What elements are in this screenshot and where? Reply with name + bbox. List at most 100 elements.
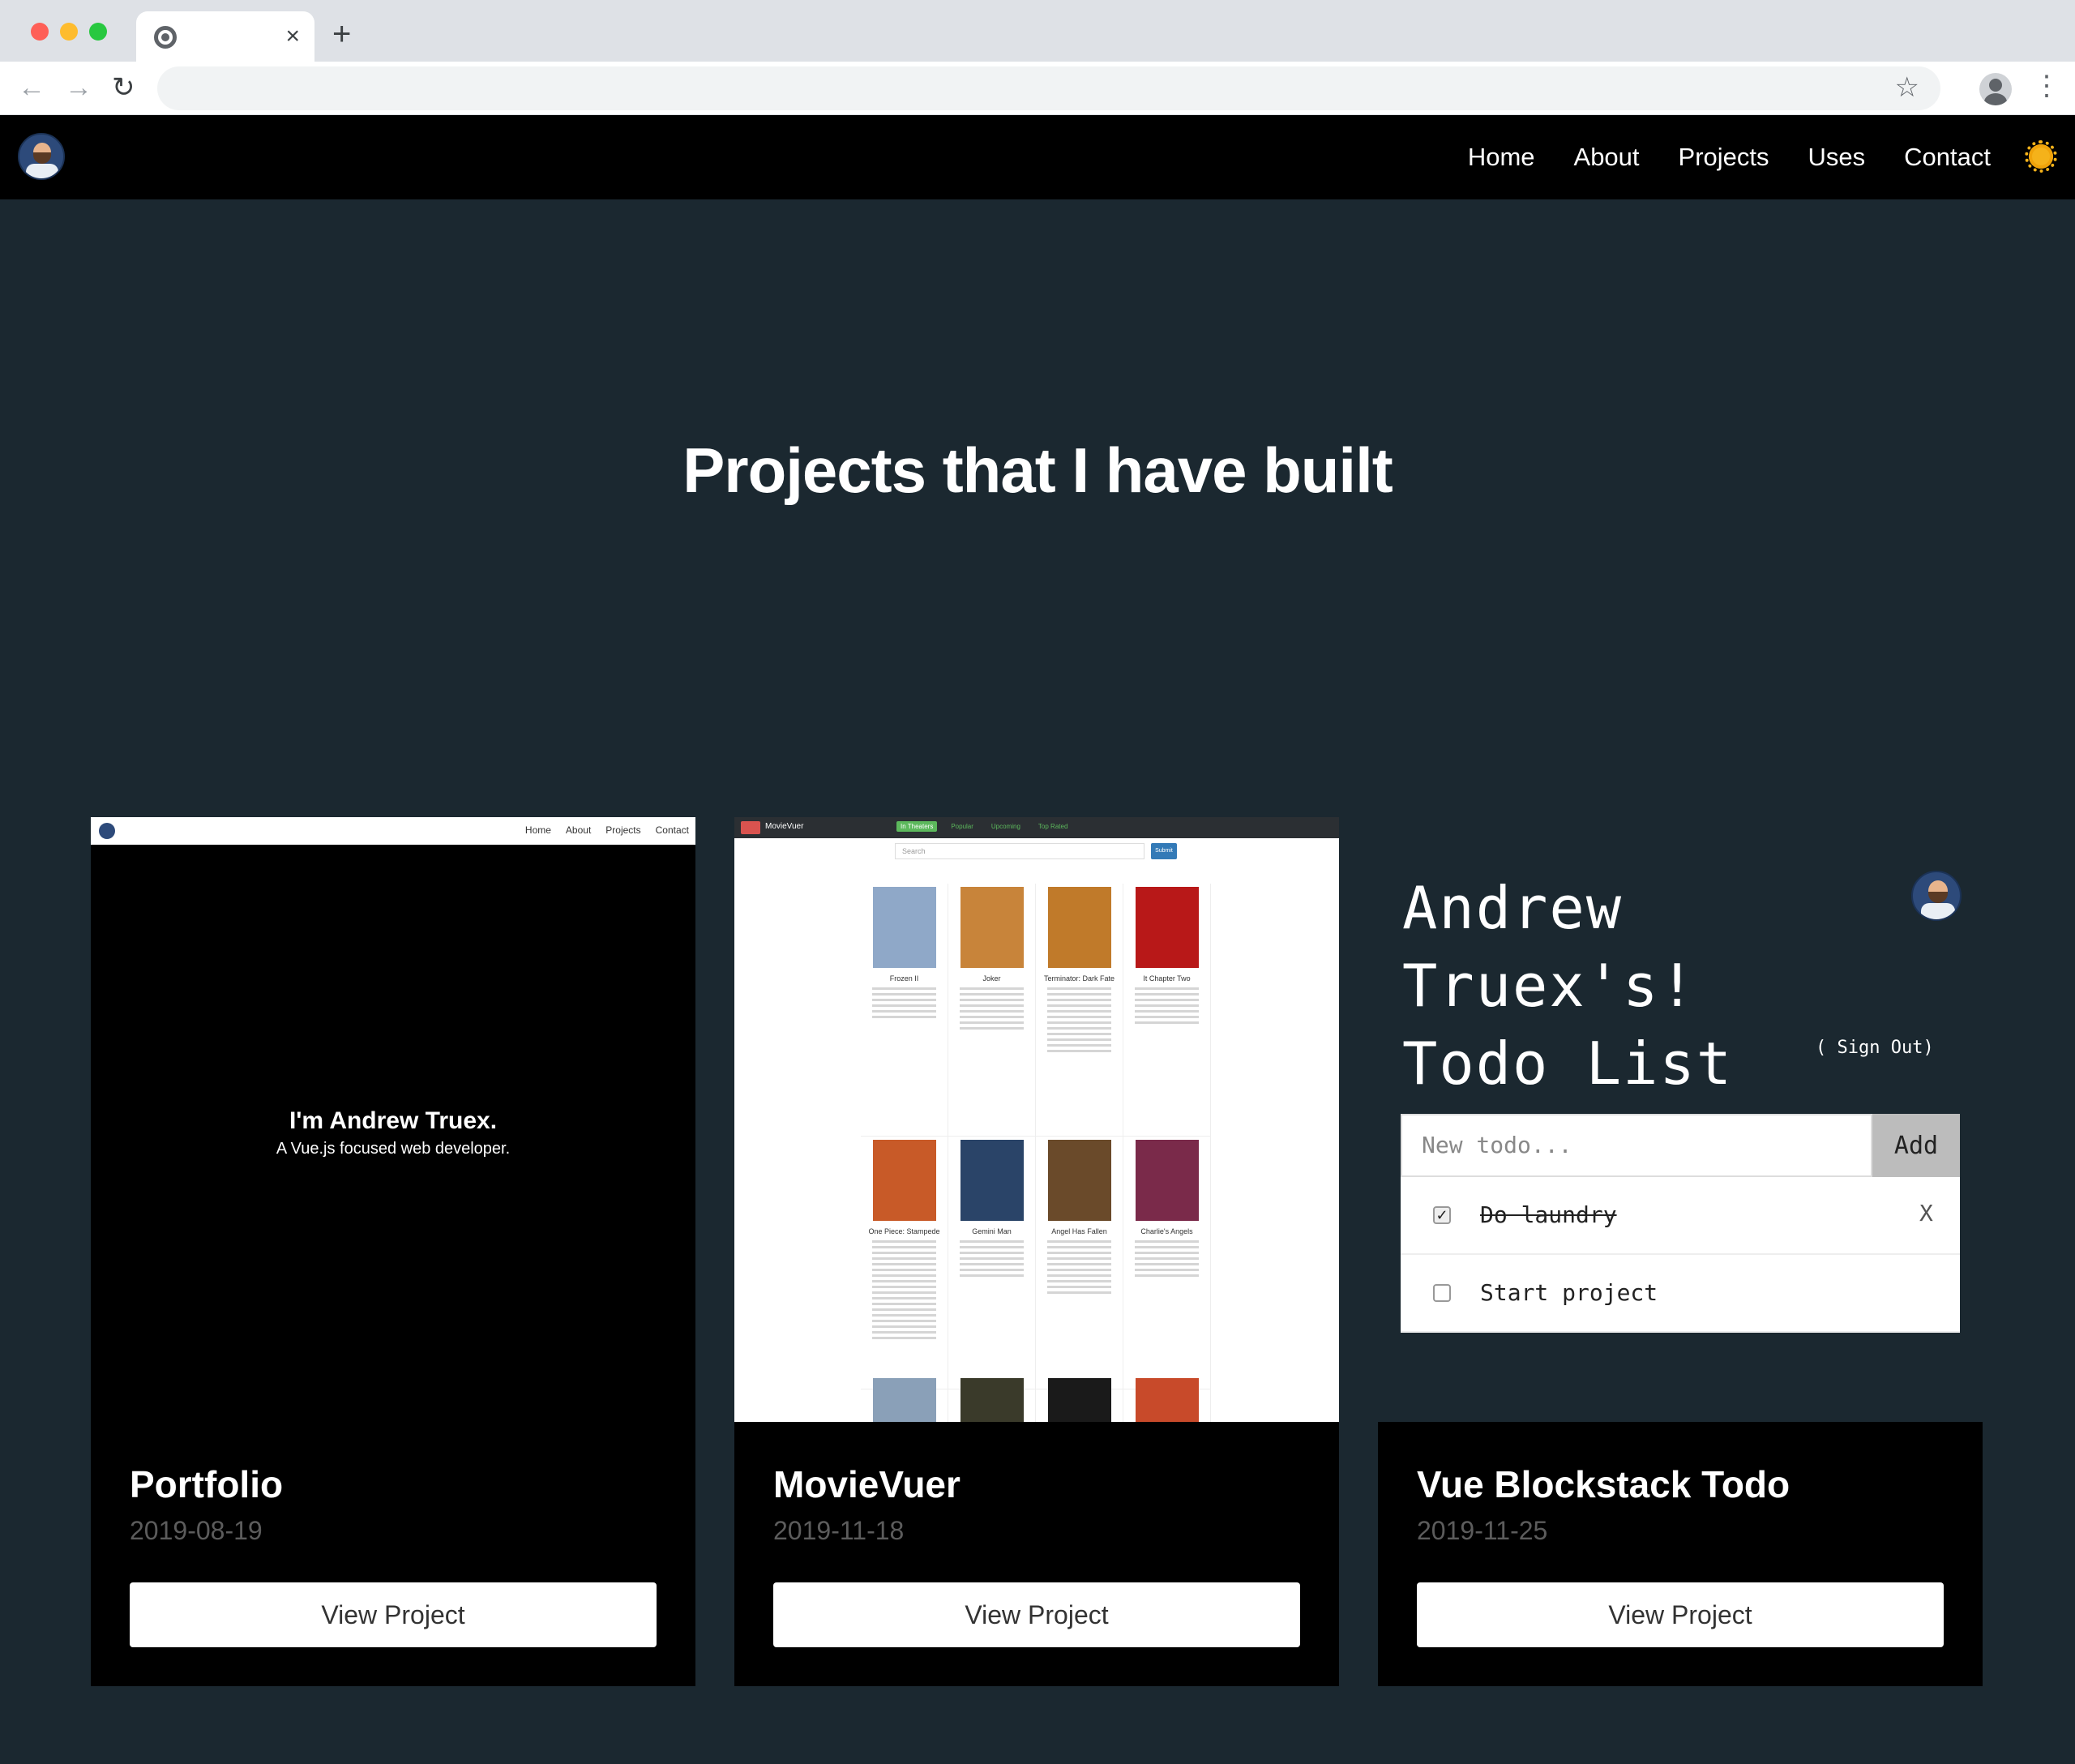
view-project-button[interactable]: View Project (773, 1582, 1300, 1647)
forward-arrow-icon[interactable]: → (65, 70, 92, 105)
movie-overview (867, 987, 941, 1018)
minimize-window-button[interactable] (60, 23, 78, 41)
movie-overview (867, 1240, 941, 1339)
movie-overview (1130, 987, 1204, 1024)
preview-tab: Top Rated (1038, 823, 1068, 830)
preview-name: I'm Andrew Truex. (289, 1107, 498, 1134)
preview-tab: Popular (951, 823, 973, 830)
preview-nav-about: About (565, 824, 592, 836)
todo-checkbox-checked: ✓ (1433, 1206, 1451, 1224)
browser-tab-strip: × + (0, 0, 2075, 62)
card-date: 2019-11-18 (773, 1516, 905, 1545)
browser-menu-icon[interactable]: ⋮ (2033, 68, 2060, 104)
page-title: Projects that I have built (682, 435, 1393, 506)
nav-link-uses[interactable]: Uses (1808, 139, 1866, 175)
browser-toolbar: ← → ↻ ☆ ⋮ (0, 62, 2075, 115)
preview-avatar (99, 823, 115, 839)
nav-links: Home About Projects Uses Contact (1468, 139, 1991, 175)
maximize-window-button[interactable] (89, 23, 107, 41)
bookmark-star-icon[interactable]: ☆ (1895, 71, 1919, 104)
nav-link-about[interactable]: About (1574, 139, 1640, 175)
card-date: 2019-08-19 (130, 1516, 263, 1545)
movie-poster (1135, 1378, 1199, 1422)
card-title: MovieVuer (773, 1463, 960, 1505)
movie-poster (1047, 887, 1111, 968)
card-date: 2019-11-25 (1417, 1516, 1548, 1545)
movie-card: Terminator: Dark Fate (1036, 884, 1123, 1137)
preview-nav-home: Home (524, 824, 551, 836)
movie-title: It Chapter Two (1143, 974, 1191, 983)
movie-card (1036, 1375, 1123, 1422)
preview-nav-contact: Contact (655, 824, 689, 836)
movie-grid-row3 (861, 1375, 1211, 1422)
site-navbar: Home About Projects Uses Contact (0, 115, 2075, 199)
project-thumbnail[interactable]: MovieVuer In Theaters Popular Upcoming T… (734, 817, 1339, 1422)
movie-title: Gemini Man (972, 1227, 1012, 1235)
todo-signout-link: ( Sign Out) (1816, 1038, 1934, 1058)
todo-item: Start project (1401, 1255, 1960, 1333)
tab-close-icon[interactable]: × (285, 23, 300, 50)
movie-card (861, 1375, 948, 1422)
view-project-button[interactable]: View Project (1417, 1582, 1944, 1647)
todo-remove-icon: X (1919, 1200, 1933, 1227)
nav-link-contact[interactable]: Contact (1904, 139, 1991, 175)
movie-overview (1042, 1240, 1116, 1294)
avatar-beard (1928, 892, 1948, 903)
back-arrow-icon[interactable]: ← (18, 70, 45, 105)
movie-poster (960, 887, 1024, 968)
movie-card: Frozen II (861, 884, 948, 1137)
movie-title: Charlie's Angels (1140, 1227, 1193, 1235)
avatar-beard (33, 152, 51, 164)
avatar-shirt (26, 164, 58, 178)
project-card-movievuer: MovieVuer In Theaters Popular Upcoming T… (734, 817, 1339, 1686)
preview-tab: Upcoming (990, 823, 1020, 830)
preview-brand: MovieVuer (765, 822, 804, 831)
profile-icon[interactable] (1979, 73, 2012, 105)
movie-poster (960, 1140, 1024, 1221)
nav-link-home[interactable]: Home (1468, 139, 1535, 175)
movie-title: Frozen II (889, 974, 919, 983)
close-window-button[interactable] (31, 23, 49, 41)
preview-navbar: MovieVuer In Theaters Popular Upcoming T… (734, 817, 1339, 838)
project-card-portfolio: Home About Projects Contact I'm Andrew T… (91, 817, 695, 1686)
view-project-button[interactable]: View Project (130, 1582, 657, 1647)
todo-item-text: Start project (1480, 1279, 1658, 1306)
movie-poster (1135, 887, 1199, 968)
movie-poster (872, 887, 936, 968)
reload-icon[interactable]: ↻ (112, 70, 135, 105)
project-thumbnail[interactable]: Home About Projects Contact I'm Andrew T… (91, 817, 695, 1422)
todo-avatar (1911, 871, 1962, 921)
movie-card (1123, 1375, 1211, 1422)
movie-card: Charlie's Angels (1123, 1137, 1211, 1389)
project-thumbnail[interactable]: Andrew Truex's! Todo List ( Sign Out) Ne… (1378, 817, 1983, 1422)
address-bar[interactable]: ☆ (157, 66, 1940, 110)
todo-add-button: Add (1872, 1114, 1960, 1177)
todo-heading: Andrew Truex's! Todo List (1402, 874, 1734, 1098)
new-tab-button[interactable]: + (332, 18, 351, 50)
avatar-shirt (1921, 903, 1955, 919)
preview-logo (741, 821, 760, 834)
theme-toggle-sun-icon[interactable] (2029, 144, 2053, 169)
preview-nav-projects: Projects (605, 824, 641, 836)
browser-tab[interactable]: × (136, 11, 314, 62)
movie-title: One Piece: Stampede (868, 1227, 940, 1235)
preview-search-input: Search (895, 843, 1144, 859)
movie-card: One Piece: Stampede (861, 1137, 948, 1389)
site-logo-avatar[interactable] (18, 133, 65, 180)
card-title: Vue Blockstack Todo (1417, 1463, 1790, 1505)
movie-overview (955, 1240, 1029, 1277)
movie-title: Terminator: Dark Fate (1043, 974, 1115, 983)
movie-card (948, 1375, 1036, 1422)
movie-overview (1042, 987, 1116, 1052)
movie-card: It Chapter Two (1123, 884, 1211, 1137)
card-title: Portfolio (130, 1463, 284, 1505)
chrome-favicon-icon (154, 26, 177, 49)
project-card-blockstack-todo: Andrew Truex's! Todo List ( Sign Out) Ne… (1378, 817, 1983, 1686)
movie-title: Joker (982, 974, 1001, 983)
preview-tabs: In Theaters Popular Upcoming Top Rated (896, 821, 1072, 832)
nav-link-projects[interactable]: Projects (1679, 139, 1769, 175)
movie-title: Angel Has Fallen (1051, 1227, 1107, 1235)
movie-card: Angel Has Fallen (1036, 1137, 1123, 1389)
todo-checkbox (1433, 1284, 1451, 1302)
movie-poster (960, 1378, 1024, 1422)
